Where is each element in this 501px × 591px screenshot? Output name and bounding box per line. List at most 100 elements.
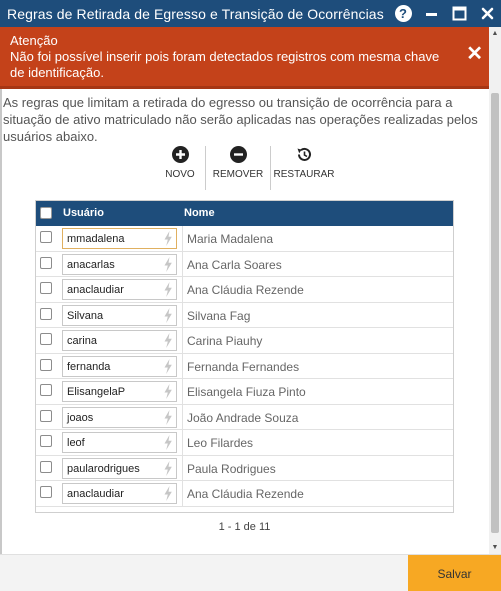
name-cell: Fernanda Fernandes bbox=[187, 359, 300, 374]
rules-description: As regras que limitam a retirada do egre… bbox=[3, 95, 478, 144]
table-row[interactable]: leof Leo Filardes bbox=[36, 430, 453, 456]
close-window-button[interactable] bbox=[473, 0, 501, 27]
user-lookup-field[interactable]: ElisangelaP bbox=[62, 381, 177, 402]
table-row[interactable]: anaclaudiar Ana Cláudia Rezende bbox=[36, 277, 453, 303]
user-lookup-field[interactable]: anacarlas bbox=[62, 253, 177, 275]
lightning-icon[interactable] bbox=[163, 231, 173, 246]
lightning-icon[interactable] bbox=[163, 307, 173, 323]
scroll-down-arrow[interactable]: ▼ bbox=[489, 541, 501, 554]
scroll-up-arrow[interactable]: ▲ bbox=[489, 27, 501, 40]
alert-close-icon[interactable]: ✕ bbox=[466, 44, 483, 64]
column-divider bbox=[182, 379, 183, 404]
row-checkbox[interactable] bbox=[40, 307, 52, 320]
column-header-name[interactable]: Nome bbox=[184, 207, 215, 219]
pagination-info: 1 - 1 de 11 bbox=[218, 521, 271, 533]
lightning-icon[interactable] bbox=[163, 256, 173, 272]
user-value: paularodrigues bbox=[67, 462, 140, 475]
lightning-icon[interactable] bbox=[163, 409, 173, 425]
restore-button[interactable]: RESTAURAR bbox=[271, 146, 337, 188]
name-cell: Ana Carla Soares bbox=[187, 257, 282, 272]
table-row[interactable]: carina Carina Piauhy bbox=[36, 328, 453, 354]
row-checkbox[interactable] bbox=[40, 256, 52, 269]
restore-label: RESTAURAR bbox=[273, 169, 335, 180]
user-value: mmadalena bbox=[67, 233, 125, 245]
user-lookup-field[interactable]: carina bbox=[62, 330, 177, 351]
maximize-button[interactable] bbox=[445, 0, 473, 27]
grid-header: Usuário Nome bbox=[36, 201, 453, 226]
help-button[interactable]: ? bbox=[389, 0, 417, 27]
column-divider bbox=[182, 455, 183, 480]
table-row[interactable]: anacarlas Ana Carla Soares bbox=[36, 251, 453, 277]
user-lookup-field[interactable]: mmadalena bbox=[62, 228, 177, 249]
error-alert: Atenção Não foi possível inserir pois fo… bbox=[0, 27, 489, 89]
lightning-icon[interactable] bbox=[163, 486, 173, 501]
user-lookup-field[interactable]: anaclaudiar bbox=[62, 279, 177, 300]
user-lookup-field[interactable]: paularodrigues bbox=[62, 457, 177, 479]
name-cell: Carina Piauhy bbox=[187, 334, 263, 348]
user-lookup-field[interactable]: fernanda bbox=[62, 355, 177, 377]
lightning-icon[interactable] bbox=[163, 333, 173, 348]
close-icon bbox=[481, 7, 493, 20]
name-cell: Ana Cláudia Rezende bbox=[187, 487, 304, 501]
lightning-icon[interactable] bbox=[163, 384, 173, 399]
name-cell: Leo Filardes bbox=[187, 436, 254, 450]
lightning-icon[interactable] bbox=[163, 282, 173, 297]
window-title: Regras de Retirada de Egresso e Transiçã… bbox=[7, 5, 384, 22]
table-row[interactable]: fernanda Fernanda Fernandes bbox=[36, 353, 453, 379]
alert-message: Não foi possível inserir pois foram dete… bbox=[10, 49, 440, 80]
user-value: Silvana bbox=[67, 309, 104, 322]
grid-body: mmadalena Maria Madalena anacarlas Ana Carl… bbox=[36, 226, 453, 507]
table-row[interactable]: joaos João Andrade Souza bbox=[36, 404, 453, 430]
alert-title: Atenção bbox=[10, 33, 58, 48]
remove-button[interactable]: REMOVER bbox=[206, 146, 270, 188]
user-value: fernanda bbox=[67, 360, 111, 373]
lightning-icon[interactable] bbox=[163, 435, 173, 450]
table-row[interactable]: ElisangelaP Elisangela Fiuza Pinto bbox=[36, 379, 453, 405]
new-button[interactable]: NOVO bbox=[155, 146, 205, 188]
column-divider bbox=[182, 328, 183, 353]
row-checkbox[interactable] bbox=[40, 435, 52, 447]
row-checkbox[interactable] bbox=[40, 486, 52, 498]
user-lookup-field[interactable]: anaclaudiar bbox=[62, 483, 177, 504]
row-checkbox[interactable] bbox=[40, 282, 52, 294]
row-checkbox[interactable] bbox=[40, 333, 52, 345]
user-lookup-field[interactable]: joaos bbox=[62, 406, 177, 428]
new-label: NOVO bbox=[165, 169, 195, 180]
lightning-icon[interactable] bbox=[163, 358, 173, 374]
user-value: anaclaudiar bbox=[67, 284, 124, 296]
toolbar: NOVO REMOVER RESTAURAR bbox=[155, 146, 337, 192]
table-row[interactable]: paularodrigues Paula Rodrigues bbox=[36, 455, 453, 481]
user-lookup-field[interactable]: Silvana bbox=[62, 304, 177, 326]
column-header-user[interactable]: Usuário bbox=[63, 207, 104, 219]
minimize-button[interactable] bbox=[417, 0, 445, 27]
scroll-thumb[interactable] bbox=[491, 93, 499, 533]
restore-icon bbox=[297, 147, 311, 161]
user-value: joaos bbox=[67, 411, 94, 424]
remove-label: REMOVER bbox=[212, 169, 264, 180]
column-divider bbox=[182, 277, 183, 302]
name-cell: Paula Rodrigues bbox=[187, 461, 276, 476]
user-value: anacarlas bbox=[67, 258, 115, 271]
save-button[interactable]: Salvar bbox=[408, 555, 501, 591]
lightning-icon[interactable] bbox=[163, 460, 173, 476]
minimize-icon bbox=[425, 13, 437, 16]
add-icon bbox=[171, 146, 189, 163]
table-row[interactable]: mmadalena Maria Madalena bbox=[36, 226, 453, 252]
vertical-scrollbar[interactable]: ▲ ▼ bbox=[489, 27, 501, 554]
user-value: anaclaudiar bbox=[67, 488, 124, 500]
table-row[interactable]: anaclaudiar Ana Cláudia Rezende bbox=[36, 481, 453, 507]
table-row[interactable]: Silvana Silvana Fag bbox=[36, 302, 453, 328]
name-cell: João Andrade Souza bbox=[187, 410, 299, 425]
row-checkbox[interactable] bbox=[40, 358, 52, 371]
user-lookup-field[interactable]: leof bbox=[62, 432, 177, 453]
maximize-icon bbox=[452, 6, 466, 21]
select-all-checkbox[interactable] bbox=[40, 207, 52, 219]
row-checkbox[interactable] bbox=[40, 231, 52, 243]
row-checkbox[interactable] bbox=[40, 460, 52, 473]
column-divider bbox=[182, 302, 183, 327]
row-checkbox[interactable] bbox=[40, 409, 52, 422]
user-value: carina bbox=[67, 335, 97, 347]
remove-icon bbox=[229, 146, 247, 163]
row-checkbox[interactable] bbox=[40, 384, 52, 396]
left-border bbox=[0, 27, 2, 554]
